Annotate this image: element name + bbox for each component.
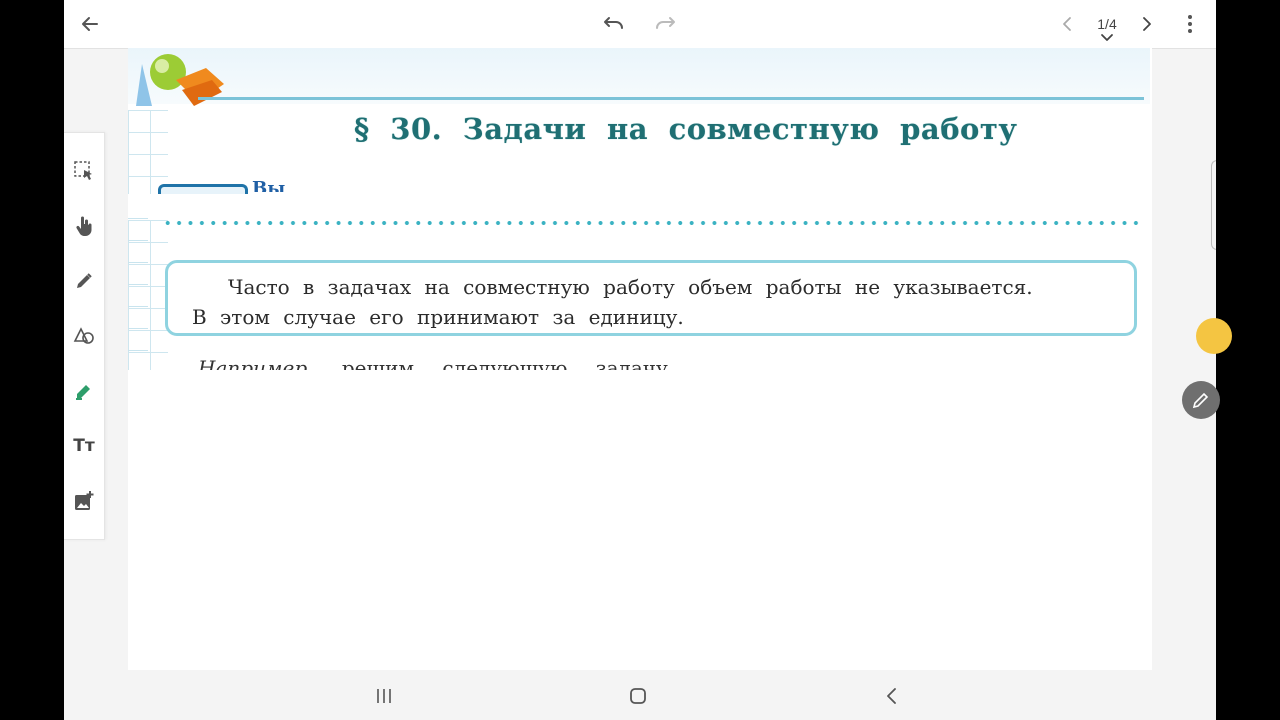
note-box: Часто в задачах на совместную работу объ… (165, 260, 1137, 336)
text-icon: Tт (73, 436, 95, 456)
example-intro: Например, решим следующую задачу. (198, 356, 674, 370)
next-page-button[interactable] (1130, 8, 1162, 40)
recent-apps-button[interactable] (370, 682, 398, 710)
more-vert-icon (1188, 15, 1192, 33)
floating-pen-button[interactable] (1182, 381, 1220, 419)
example-intro-rest: решим следующую задачу. (341, 356, 675, 370)
pencil-icon (1192, 392, 1209, 409)
recent-apps-icon (377, 689, 391, 703)
highlighter-tool[interactable] (72, 379, 96, 403)
side-panel-handle[interactable] (1211, 160, 1216, 250)
highlighter-icon (76, 385, 90, 400)
back-button[interactable] (74, 8, 106, 40)
crop-strip (128, 194, 308, 220)
textbook-page-image: § 30. Задачи на совместную работу Вы Час… (128, 48, 1150, 370)
pen-icon (77, 273, 92, 288)
note-line-1: Часто в задачах на совместную работу объ… (228, 275, 1033, 299)
page-header-band (128, 48, 1150, 104)
undo-icon (604, 17, 623, 29)
home-icon (630, 688, 646, 704)
app-screen: 1/4 § 30. Задачи на совместную работу Вы (64, 0, 1216, 720)
prev-page-button[interactable] (1052, 8, 1084, 40)
note-canvas[interactable]: § 30. Задачи на совместную работу Вы Час… (128, 48, 1152, 670)
add-image-icon (75, 491, 94, 510)
text-tool[interactable]: Tт (72, 434, 96, 458)
hand-icon (76, 216, 92, 236)
home-button[interactable] (624, 682, 652, 710)
tool-panel: Tт (64, 132, 105, 540)
selection-icon (74, 161, 92, 180)
system-nav-bar (64, 670, 1216, 720)
shapes-tool[interactable] (72, 324, 96, 348)
nav-back-icon (887, 688, 896, 704)
undo-button[interactable] (597, 8, 629, 40)
redo-button[interactable] (650, 8, 682, 40)
add-image-tool[interactable] (72, 489, 96, 513)
floating-shortcut-button[interactable] (1196, 318, 1232, 354)
page-number: 1/4 (1097, 16, 1117, 32)
example-intro-italic: Например, (198, 356, 314, 370)
redo-icon (656, 17, 675, 29)
chevron-right-icon (1143, 17, 1151, 31)
chevron-left-icon (1063, 17, 1071, 31)
section-heading: § 30. Задачи на совместную работу (354, 112, 1018, 146)
page-indicator[interactable]: 1/4 (1090, 8, 1124, 42)
arrow-left-icon (82, 17, 98, 31)
note-line-2: В этом случае его принимают за единицу. (192, 305, 684, 329)
pen-tool[interactable] (72, 269, 96, 293)
more-options-button[interactable] (1174, 8, 1206, 40)
partial-label: Вы (252, 178, 286, 192)
header-rule (198, 97, 1144, 100)
top-toolbar: 1/4 (64, 0, 1216, 49)
chapter-logo-icon (136, 54, 224, 106)
nav-back-button[interactable] (878, 682, 906, 710)
hand-tool[interactable] (72, 214, 96, 238)
shapes-icon (73, 327, 94, 344)
grid-margin-lower (128, 218, 148, 370)
dotted-divider (162, 220, 1142, 226)
chevron-down-icon (1101, 34, 1113, 41)
selection-tool[interactable] (72, 159, 96, 183)
